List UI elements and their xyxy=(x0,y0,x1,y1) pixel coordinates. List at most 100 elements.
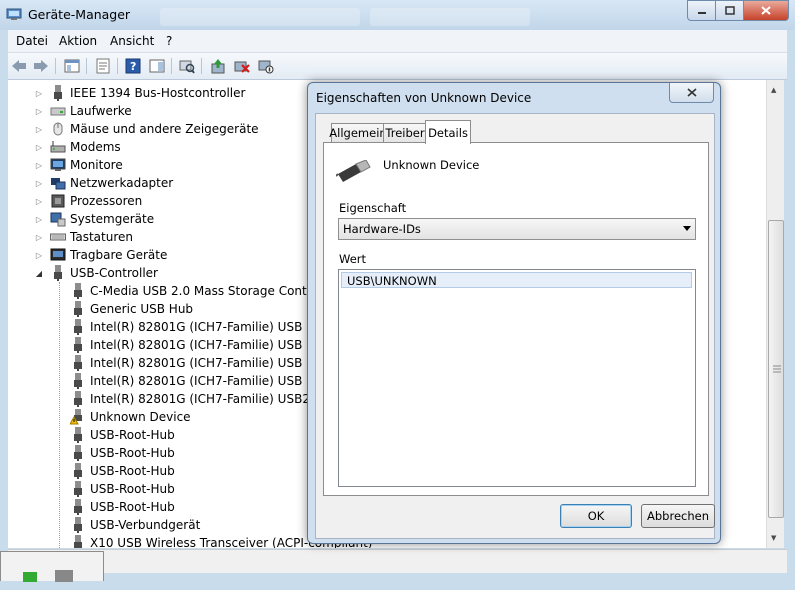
back-arrow-icon[interactable] xyxy=(10,57,28,75)
usb-device-item[interactable]: USB-Verbundgerät xyxy=(70,516,200,534)
collapse-arrow-icon[interactable]: ◢ xyxy=(35,268,43,278)
tab-details[interactable]: Details xyxy=(425,120,471,144)
tree-label: C-Media USB 2.0 Mass Storage Controller xyxy=(90,284,338,298)
title-bar: Geräte-Manager xyxy=(0,0,795,30)
firewire-controller-icon xyxy=(50,85,66,101)
expand-arrow-icon[interactable]: ▷ xyxy=(35,106,43,116)
mouse-icon xyxy=(50,121,66,137)
properties-icon[interactable] xyxy=(94,57,112,75)
expand-arrow-icon[interactable]: ▷ xyxy=(35,142,43,152)
value-listbox[interactable]: USB\UNKNOWN xyxy=(338,269,696,487)
property-dropdown[interactable]: Hardware-IDs xyxy=(338,218,696,240)
expand-arrow-icon[interactable]: ▷ xyxy=(35,124,43,134)
update-driver-icon[interactable] xyxy=(209,57,227,75)
taskbar-thumbnail[interactable] xyxy=(0,551,104,582)
menu-ansicht[interactable]: Ansicht xyxy=(110,34,154,48)
maximize-button[interactable] xyxy=(716,0,744,21)
tab-treiber[interactable]: Treiber xyxy=(383,123,427,142)
usb-device-icon xyxy=(70,301,86,317)
scroll-up-arrow-icon[interactable]: ▲ xyxy=(771,86,776,94)
tree-category-network[interactable]: ▷ Netzwerkadapter xyxy=(35,174,174,192)
expand-arrow-icon[interactable]: ▷ xyxy=(35,160,43,170)
expand-arrow-icon[interactable]: ▷ xyxy=(35,250,43,260)
tree-label: USB-Root-Hub xyxy=(90,428,175,442)
show-hide-console-tree-icon[interactable] xyxy=(63,57,81,75)
dropdown-arrow-icon xyxy=(683,226,691,231)
usb-device-item[interactable]: USB-Root-Hub xyxy=(70,498,175,516)
menu-aktion[interactable]: Aktion xyxy=(59,34,97,48)
system-device-icon xyxy=(50,211,66,227)
usb-device-item[interactable]: C-Media USB 2.0 Mass Storage Controller xyxy=(70,282,338,300)
tree-category-ieee1394[interactable]: ▷ IEEE 1394 Bus-Hostcontroller xyxy=(35,84,246,102)
expand-arrow-icon[interactable]: ▷ xyxy=(35,196,43,206)
tree-category-system[interactable]: ▷ Systemgeräte xyxy=(35,210,154,228)
modem-icon xyxy=(50,139,66,155)
tree-category-monitore[interactable]: ▷ Monitore xyxy=(35,156,123,174)
usb-controller-icon xyxy=(50,265,66,281)
scan-hardware-icon[interactable] xyxy=(178,57,196,75)
menu-datei[interactable]: Datei xyxy=(16,34,48,48)
tree-label: Intel(R) 82801G (ICH7-Familie) USB unive… xyxy=(90,374,345,388)
tree-label: Netzwerkadapter xyxy=(70,176,174,190)
usb-device-item[interactable]: Intel(R) 82801G (ICH7-Familie) USB2 erwe xyxy=(70,390,343,408)
usb-device-item[interactable]: Intel(R) 82801G (ICH7-Familie) USB unive… xyxy=(70,318,344,336)
usb-device-item[interactable]: Intel(R) 82801G (ICH7-Familie) USB unive… xyxy=(70,372,344,390)
keyboard-icon xyxy=(50,229,66,245)
help-icon[interactable]: ? xyxy=(124,57,142,75)
scrollbar-thumb[interactable] xyxy=(768,220,784,518)
toolbar: ? xyxy=(8,53,787,80)
warning-usb-device-icon xyxy=(70,409,86,425)
expand-arrow-icon[interactable]: ▷ xyxy=(35,178,43,188)
close-button[interactable] xyxy=(744,0,789,21)
tree-label: Unknown Device xyxy=(90,410,191,424)
tree-category-portable[interactable]: ▷ Tragbare Geräte xyxy=(35,246,167,264)
usb-device-item[interactable]: USB-Root-Hub xyxy=(70,444,175,462)
expand-arrow-icon[interactable]: ▷ xyxy=(35,88,43,98)
usb-device-icon xyxy=(70,337,86,353)
tree-label: IEEE 1394 Bus-Hostcontroller xyxy=(70,86,246,100)
value-label: Wert xyxy=(339,252,367,266)
tree-label: Laufwerke xyxy=(70,104,132,118)
action-pane-icon[interactable] xyxy=(148,57,166,75)
uninstall-device-icon[interactable] xyxy=(233,57,251,75)
ok-button[interactable]: OK xyxy=(560,504,632,528)
background-window-ghost xyxy=(160,8,360,26)
tree-category-keyboards[interactable]: ▷ Tastaturen xyxy=(35,228,133,246)
expand-arrow-icon[interactable]: ▷ xyxy=(35,214,43,224)
disable-device-icon[interactable] xyxy=(257,57,275,75)
minimize-button[interactable] xyxy=(687,0,716,21)
menu-help[interactable]: ? xyxy=(166,34,172,48)
usb-device-icon xyxy=(70,517,86,533)
expand-arrow-icon[interactable]: ▷ xyxy=(35,232,43,242)
tree-category-usb[interactable]: ◢ USB-Controller xyxy=(35,264,158,282)
usb-device-item[interactable]: USB-Root-Hub xyxy=(70,480,175,498)
tree-scrollbar[interactable]: ▲ ▼ xyxy=(766,80,784,548)
usb-device-icon xyxy=(70,283,86,299)
dialog-body: Allgemein Treiber Details Unknown Device… xyxy=(315,113,715,539)
forward-arrow-icon[interactable] xyxy=(32,57,50,75)
usb-device-item-unknown[interactable]: Unknown Device xyxy=(70,408,191,426)
usb-device-icon xyxy=(70,427,86,443)
tab-allgemein[interactable]: Allgemein xyxy=(329,123,387,142)
tree-category-modems[interactable]: ▷ Modems xyxy=(35,138,121,156)
usb-device-item[interactable]: Intel(R) 82801G (ICH7-Familie) USB unive… xyxy=(70,354,344,372)
list-item[interactable]: USB\UNKNOWN xyxy=(341,272,692,288)
tree-category-mouse[interactable]: ▷ Mäuse und andere Zeigegeräte xyxy=(35,120,259,138)
tree-category-laufwerke[interactable]: ▷ Laufwerke xyxy=(35,102,132,120)
tree-category-processors[interactable]: ▷ Prozessoren xyxy=(35,192,142,210)
properties-dialog: Eigenschaften von Unknown Device Allgeme… xyxy=(307,82,721,544)
usb-device-item[interactable]: Intel(R) 82801G (ICH7-Familie) USB unive… xyxy=(70,336,344,354)
usb-device-item[interactable]: Generic USB Hub xyxy=(70,300,193,318)
processor-icon xyxy=(50,193,66,209)
usb-device-item[interactable]: USB-Root-Hub xyxy=(70,462,175,480)
scroll-down-arrow-icon[interactable]: ▼ xyxy=(771,534,776,542)
background-window-ghost xyxy=(370,8,530,26)
tree-label: Modems xyxy=(70,140,121,154)
tree-label: USB-Root-Hub xyxy=(90,482,175,496)
cancel-button[interactable]: Abbrechen xyxy=(641,504,715,528)
usb-device-icon xyxy=(70,445,86,461)
property-dropdown-value: Hardware-IDs xyxy=(343,222,421,236)
list-item-text: USB\UNKNOWN xyxy=(347,274,437,288)
dialog-close-button[interactable] xyxy=(669,83,714,103)
usb-device-item[interactable]: USB-Root-Hub xyxy=(70,426,175,444)
